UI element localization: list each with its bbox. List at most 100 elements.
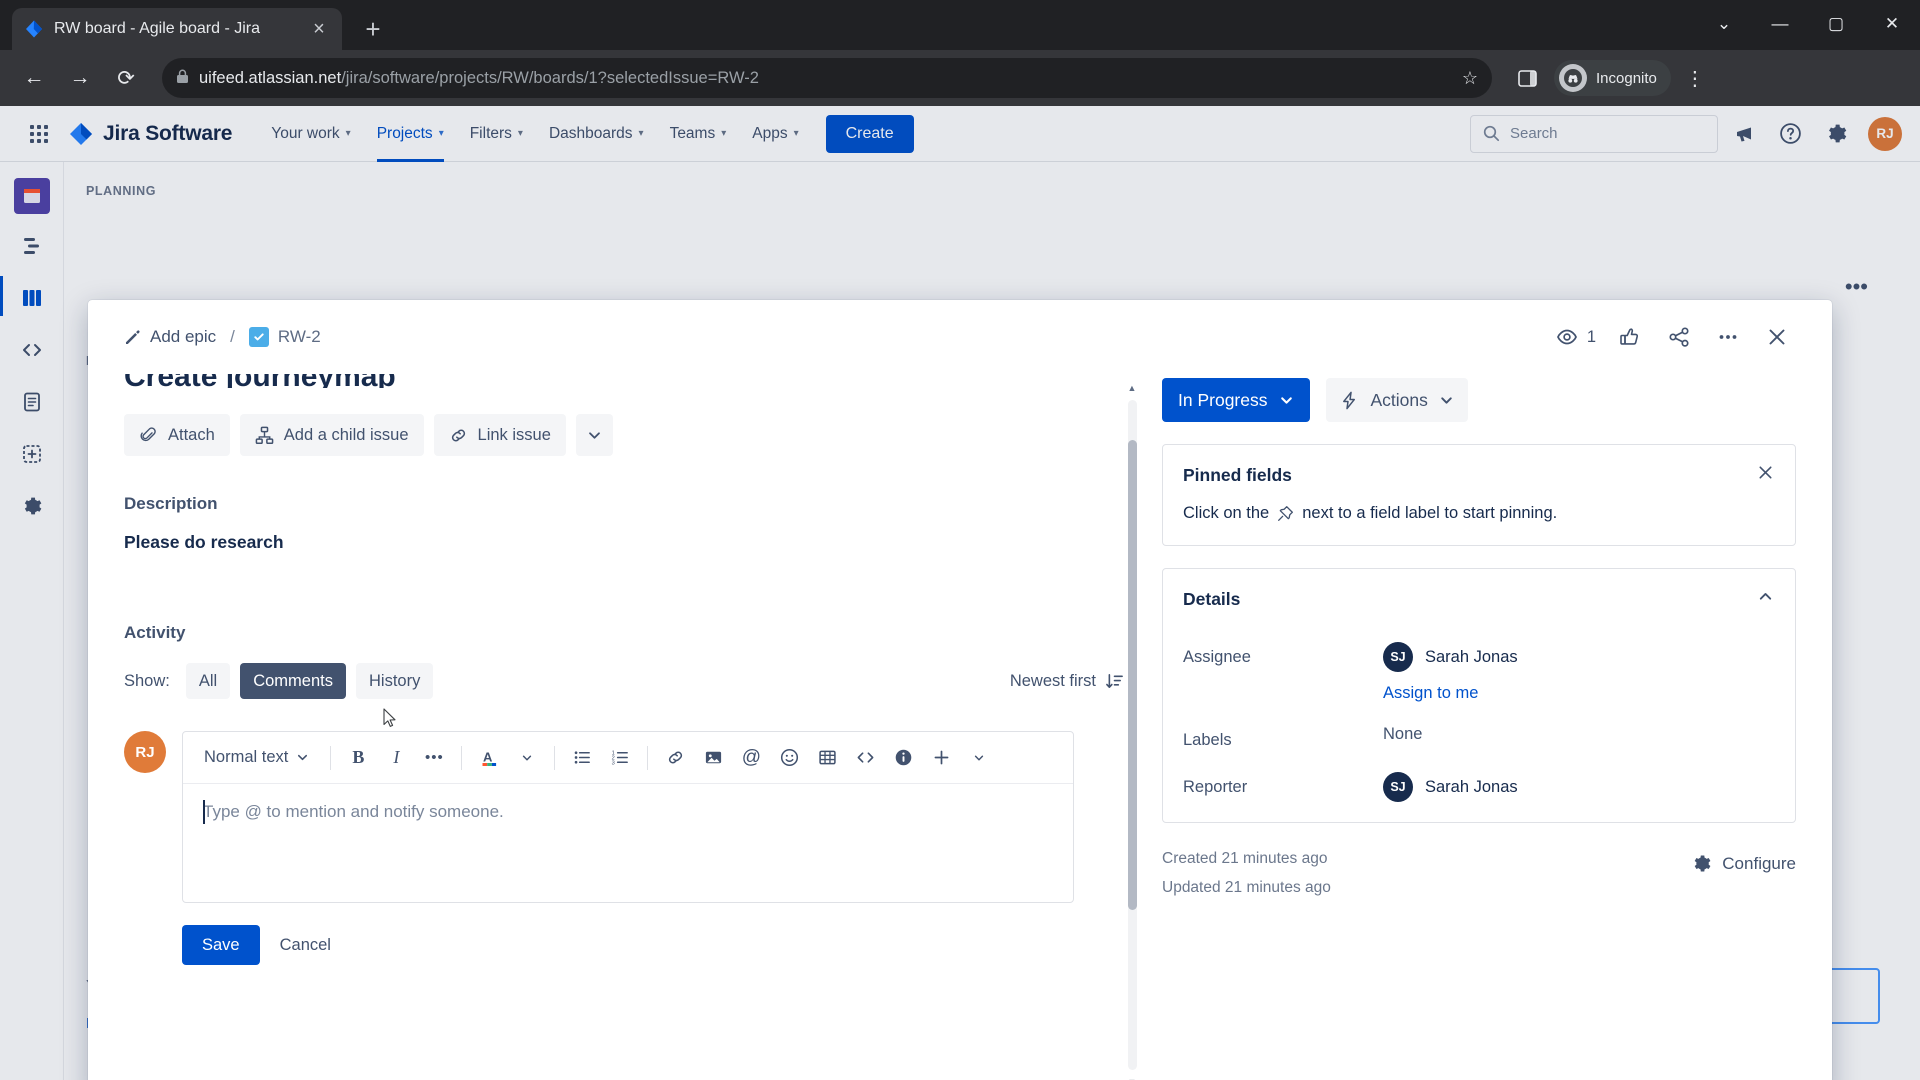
share-button[interactable] bbox=[1658, 316, 1700, 358]
activity-tab-all[interactable]: All bbox=[185, 663, 231, 699]
issue-action-buttons: Attach Add a child issue Link issue bbox=[124, 414, 1124, 456]
window-close-button[interactable]: ✕ bbox=[1864, 4, 1920, 44]
more-formatting-icon[interactable]: ••• bbox=[417, 741, 451, 775]
chevron-up-icon[interactable] bbox=[1756, 587, 1775, 612]
emoji-icon[interactable] bbox=[772, 741, 806, 775]
chevron-down-icon bbox=[1281, 396, 1293, 404]
cancel-button[interactable]: Cancel bbox=[270, 936, 341, 955]
field-labels: Labels None bbox=[1183, 725, 1775, 750]
incognito-indicator[interactable]: Incognito bbox=[1554, 60, 1671, 96]
address-bar[interactable]: uifeed.atlassian.net/jira/software/proje… bbox=[162, 58, 1492, 98]
bold-icon[interactable]: B bbox=[341, 741, 375, 775]
window-maximize-button[interactable]: ▢ bbox=[1808, 4, 1864, 44]
bookmark-star-icon[interactable]: ☆ bbox=[1462, 68, 1478, 89]
details-card: Details Assignee SJ Sarah Jonas Assign t… bbox=[1162, 568, 1796, 823]
labels-value[interactable]: None bbox=[1383, 725, 1775, 744]
activity-tab-history[interactable]: History bbox=[355, 663, 434, 699]
issue-key-link[interactable]: RW-2 bbox=[248, 327, 321, 347]
back-button[interactable]: ← bbox=[14, 58, 54, 98]
watch-count: 1 bbox=[1586, 327, 1596, 346]
actions-dropdown[interactable]: Actions bbox=[1326, 378, 1468, 422]
toolbar-divider bbox=[330, 745, 332, 770]
toolbar-right-group: Incognito ⋮ bbox=[1510, 60, 1709, 96]
svg-text:A: A bbox=[483, 750, 493, 765]
field-label: Labels bbox=[1183, 731, 1232, 749]
italic-icon[interactable]: I bbox=[379, 741, 413, 775]
child-issue-icon bbox=[255, 426, 274, 444]
issue-meta-row: Created 21 minutes ago Updated 21 minute… bbox=[1162, 823, 1796, 902]
details-header[interactable]: Details bbox=[1163, 569, 1795, 612]
chevron-down-icon bbox=[298, 754, 308, 761]
new-tab-button[interactable]: + bbox=[358, 16, 388, 42]
activity-tab-comments[interactable]: Comments bbox=[240, 663, 346, 699]
more-actions-button[interactable] bbox=[1707, 316, 1749, 358]
configure-button[interactable]: Configure bbox=[1691, 845, 1796, 874]
table-icon[interactable] bbox=[810, 741, 844, 775]
browser-tab-title: RW board - Agile board - Jira bbox=[54, 20, 261, 37]
field-label: Reporter bbox=[1183, 778, 1248, 796]
scrollbar-thumb[interactable] bbox=[1128, 440, 1137, 910]
incognito-label: Incognito bbox=[1596, 69, 1657, 87]
reload-button[interactable]: ⟳ bbox=[106, 58, 146, 98]
status-dropdown[interactable]: In Progress bbox=[1162, 378, 1311, 422]
text-color-icon[interactable]: A bbox=[472, 741, 506, 775]
mouse-cursor bbox=[383, 708, 396, 727]
scroll-down-arrow[interactable]: ▼ bbox=[1124, 1074, 1140, 1080]
description-text[interactable]: Please do research bbox=[124, 532, 1124, 553]
assignee-value[interactable]: SJ Sarah Jonas bbox=[1383, 642, 1775, 672]
activity-heading: Activity bbox=[124, 623, 186, 642]
close-icon[interactable] bbox=[1756, 463, 1775, 488]
save-button[interactable]: Save bbox=[182, 925, 260, 965]
show-label: Show: bbox=[124, 671, 170, 690]
address-bar-text: uifeed.atlassian.net/jira/software/proje… bbox=[199, 69, 759, 88]
sort-order-button[interactable]: Newest first bbox=[1010, 672, 1124, 691]
browser-window: RW board - Agile board - Jira × + ⌄ — ▢ … bbox=[0, 0, 1920, 1080]
configure-label: Configure bbox=[1722, 853, 1796, 873]
attach-button[interactable]: Attach bbox=[124, 414, 230, 456]
side-panel-icon[interactable] bbox=[1510, 61, 1544, 95]
insert-more-chevron-icon[interactable] bbox=[962, 741, 996, 775]
toolbar-divider bbox=[647, 745, 649, 770]
like-button[interactable] bbox=[1609, 316, 1651, 358]
more-add-options-button[interactable] bbox=[575, 414, 613, 456]
watch-button[interactable]: 1 bbox=[1555, 325, 1602, 349]
link-icon[interactable] bbox=[658, 741, 692, 775]
issue-timestamps: Created 21 minutes ago Updated 21 minute… bbox=[1162, 845, 1331, 902]
sort-label: Newest first bbox=[1009, 671, 1096, 690]
text-caret bbox=[203, 800, 205, 824]
assign-to-me-link[interactable]: Assign to me bbox=[1383, 684, 1478, 703]
numbered-list-icon[interactable]: 123 bbox=[603, 741, 637, 775]
issue-title[interactable]: Create journeymap bbox=[124, 374, 1124, 388]
link-issue-button[interactable]: Link issue bbox=[433, 414, 566, 456]
scroll-up-arrow[interactable]: ▲ bbox=[1124, 380, 1140, 396]
field-label: Assignee bbox=[1183, 648, 1251, 666]
block-type-dropdown[interactable]: Normal text bbox=[193, 741, 320, 775]
issue-side-column: In Progress Actions Pinned fields Click … bbox=[1148, 374, 1832, 1080]
forward-button[interactable]: → bbox=[60, 58, 100, 98]
close-tab-icon[interactable]: × bbox=[308, 19, 330, 39]
link-issue-label: Link issue bbox=[477, 425, 551, 444]
add-child-issue-button[interactable]: Add a child issue bbox=[239, 414, 424, 456]
breadcrumb-separator: / bbox=[230, 327, 235, 346]
image-icon[interactable] bbox=[696, 741, 730, 775]
browser-tab[interactable]: RW board - Agile board - Jira × bbox=[12, 8, 342, 50]
add-epic-label: Add epic bbox=[150, 327, 217, 346]
bullet-list-icon[interactable] bbox=[565, 741, 599, 775]
info-panel-icon[interactable] bbox=[886, 741, 920, 775]
details-title: Details bbox=[1183, 589, 1241, 609]
pinned-fields-header: Pinned fields bbox=[1163, 445, 1795, 488]
insert-more-icon[interactable] bbox=[924, 741, 958, 775]
close-modal-button[interactable] bbox=[1756, 316, 1798, 358]
description-heading: Description bbox=[124, 494, 218, 513]
thumbs-up-icon bbox=[1620, 328, 1639, 345]
reporter-value[interactable]: SJ Sarah Jonas bbox=[1383, 772, 1775, 802]
browser-menu-icon[interactable]: ⋮ bbox=[1681, 66, 1709, 91]
mention-icon[interactable]: @ bbox=[734, 741, 768, 775]
text-color-chevron-icon[interactable] bbox=[510, 741, 544, 775]
comment-input[interactable]: Type @ to mention and notify someone. bbox=[183, 784, 1073, 902]
window-chevron-icon[interactable]: ⌄ bbox=[1696, 4, 1752, 44]
modal-scrollbar[interactable]: ▲ ▼ bbox=[1124, 374, 1140, 1080]
window-minimize-button[interactable]: — bbox=[1752, 4, 1808, 44]
code-icon[interactable] bbox=[848, 741, 882, 775]
add-epic-button[interactable]: Add epic bbox=[124, 327, 216, 347]
